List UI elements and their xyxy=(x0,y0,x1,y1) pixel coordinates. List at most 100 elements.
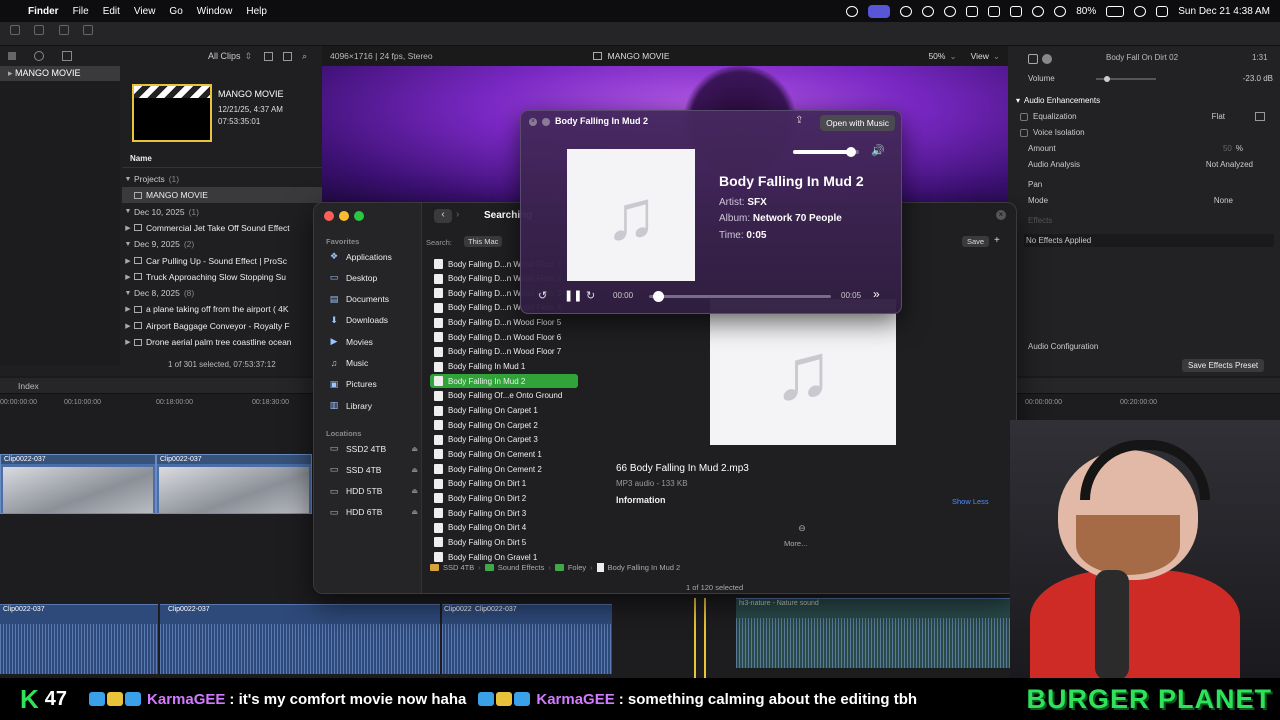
sidebar-item-applications[interactable]: ❖ Applications xyxy=(328,251,418,262)
volume-icon[interactable] xyxy=(966,5,979,17)
fast-forward-icon[interactable]: » xyxy=(873,287,880,301)
zoom-dropdown[interactable]: 50% xyxy=(928,51,945,61)
eq-dropdown[interactable]: Flat xyxy=(1212,112,1225,121)
player-volume-slider[interactable] xyxy=(793,147,859,157)
path-item[interactable]: SSD 4TB xyxy=(443,563,474,572)
share-icon[interactable]: ⇪ xyxy=(795,115,803,126)
file-row[interactable]: Body Falling In Mud 2 xyxy=(430,374,578,389)
path-item[interactable]: Foley xyxy=(568,563,586,572)
audio-clip[interactable]: Clip0022-037 xyxy=(472,604,612,674)
sidebar-location[interactable]: ▭ HDD 6TB ⏏ xyxy=(328,507,418,518)
save-search-button[interactable]: Save xyxy=(962,236,990,247)
expand-icon[interactable] xyxy=(542,118,550,126)
file-row[interactable]: Body Falling D...n Wood Floor 6 xyxy=(430,330,578,344)
browser-group-row[interactable]: ▼ Dec 8, 2025 (8) xyxy=(122,285,322,301)
file-row[interactable]: Body Falling In Mud 1 xyxy=(430,360,578,374)
file-row[interactable]: Body Falling On Gravel 1 xyxy=(430,550,578,564)
browser-clip-row[interactable]: ▶ Commercial Jet Take Off Sound Effect xyxy=(122,220,322,236)
clear-search-icon[interactable]: × xyxy=(996,210,1006,220)
clip-filter-dropdown[interactable]: All Clips xyxy=(208,51,241,61)
sidebar-location[interactable]: ▭ SSD2 4TB ⏏ xyxy=(328,443,418,454)
zoom-button[interactable] xyxy=(354,211,364,221)
file-row[interactable]: Body Falling D...n Wood Floor 5 xyxy=(430,316,578,330)
disclosure-icon[interactable]: ▶ xyxy=(122,322,134,330)
sidebar-item-pictures[interactable]: ▣ Pictures xyxy=(328,379,418,390)
battery-icon[interactable] xyxy=(1106,5,1125,17)
eject-icon[interactable]: ⏏ xyxy=(411,466,418,474)
audio-inspector-icon[interactable] xyxy=(1028,54,1038,64)
audio-clip[interactable]: Clip0022-037 xyxy=(160,604,440,674)
info-icon[interactable] xyxy=(1042,54,1052,64)
disclosure-icon[interactable]: ▶ xyxy=(122,273,134,281)
status-icon[interactable] xyxy=(846,5,859,17)
file-row[interactable]: Body Falling On Cement 1 xyxy=(430,447,578,461)
pause-icon[interactable]: ❚❚ xyxy=(564,289,582,302)
scrubber-knob[interactable] xyxy=(653,291,665,302)
file-row[interactable]: Body Falling On Carpet 3 xyxy=(430,433,578,447)
browser-group-row[interactable]: ▼ Projects (1) xyxy=(122,171,322,187)
view-dropdown[interactable]: View xyxy=(971,51,989,61)
close-icon[interactable]: × xyxy=(529,118,537,126)
display-icon[interactable] xyxy=(1010,5,1023,17)
audio-clip[interactable]: Clip0022-037 xyxy=(442,604,472,674)
file-row[interactable]: Body Falling On Carpet 1 xyxy=(430,404,578,418)
scrubber[interactable] xyxy=(649,291,831,302)
chevron-down-icon[interactable]: ▾ xyxy=(1016,96,1020,105)
amount-value[interactable]: 50 xyxy=(1223,144,1232,153)
file-row[interactable]: Body Falling On Dirt 4 xyxy=(430,521,578,535)
bluetooth-icon[interactable] xyxy=(1032,5,1045,17)
eq-graph-icon[interactable] xyxy=(1255,112,1265,121)
eject-icon[interactable]: ⏏ xyxy=(411,487,418,495)
disclosure-icon[interactable]: ▼ xyxy=(122,241,134,248)
back-button[interactable]: ‹ xyxy=(434,209,452,223)
volume-knob[interactable] xyxy=(846,147,857,157)
browser-clip-row[interactable]: ▶ Airport Baggage Conveyor - Royalty F xyxy=(122,318,322,334)
disclosure-icon[interactable]: ▶ xyxy=(122,338,134,346)
chevron-updown-icon[interactable]: ⇕ xyxy=(245,51,253,62)
sidebar-item-library[interactable]: ▥ Library xyxy=(328,400,418,411)
play-icon[interactable] xyxy=(944,5,957,17)
import-icon[interactable] xyxy=(83,25,94,35)
volume-slider[interactable] xyxy=(1096,76,1156,82)
disclosure-icon[interactable]: ▶ xyxy=(122,224,134,232)
browser-clip-row[interactable]: ▶ Drone aerial palm tree coastline ocean xyxy=(122,334,322,350)
eject-icon[interactable]: ⏏ xyxy=(411,508,418,516)
menu-go[interactable]: Go xyxy=(169,6,182,17)
settings-icon[interactable] xyxy=(283,51,293,61)
path-item[interactable]: Sound Effects xyxy=(498,563,545,572)
pan-mode-dropdown[interactable]: None xyxy=(1214,196,1233,205)
playhead-range[interactable] xyxy=(694,598,706,678)
sidebar-item-music[interactable]: ♫ Music xyxy=(328,358,418,368)
library-toggle-icon[interactable] xyxy=(10,25,20,35)
timeline-clip[interactable]: Clip0022-037 xyxy=(0,454,156,514)
library-item[interactable]: ▸ MANGO MOVIE xyxy=(0,66,120,81)
file-row[interactable]: Body Falling On Dirt 5 xyxy=(430,535,578,549)
forward-button[interactable]: › xyxy=(456,209,459,220)
chevron-down-icon[interactable]: ⌄ xyxy=(949,51,956,62)
close-button[interactable] xyxy=(324,211,334,221)
chevron-down-icon[interactable]: ⌄ xyxy=(993,51,1000,62)
photos-icon[interactable] xyxy=(34,51,44,61)
more-button[interactable]: More... xyxy=(784,539,807,548)
status-icon[interactable] xyxy=(900,5,913,17)
sidebar-item-downloads[interactable]: ⬇ Downloads xyxy=(328,315,418,326)
eject-icon[interactable]: ⏏ xyxy=(411,445,418,453)
sidebar-item-desktop[interactable]: ▭ Desktop xyxy=(328,272,418,283)
skip-back-icon[interactable]: ↺ xyxy=(538,289,547,302)
screen-record-icon[interactable] xyxy=(868,4,891,18)
menu-file[interactable]: File xyxy=(73,6,89,17)
list-header-name[interactable]: Name xyxy=(122,154,322,168)
search-icon[interactable] xyxy=(1134,5,1147,17)
browser-group-row[interactable]: ▼ Dec 10, 2025 (1) xyxy=(122,204,322,220)
disclosure-icon[interactable]: ▼ xyxy=(122,208,134,215)
menu-help[interactable]: Help xyxy=(246,6,267,17)
browser-clip-row[interactable]: ▶ a plane taking off from the airport ( 4… xyxy=(122,301,322,317)
sidebar-toggle-icon[interactable] xyxy=(8,52,16,60)
skip-forward-icon[interactable]: ↻ xyxy=(586,289,595,302)
view-options-icon[interactable] xyxy=(264,51,274,61)
browser-clip-row[interactable]: ▶ Truck Approaching Slow Stopping Su xyxy=(122,269,322,285)
timeline-clip[interactable]: Clip0022-037 xyxy=(156,454,312,514)
audio-clip[interactable]: Clip0022-037 xyxy=(0,604,158,674)
project-thumbnail[interactable] xyxy=(132,84,212,142)
voice-isolation-checkbox[interactable] xyxy=(1020,128,1028,137)
